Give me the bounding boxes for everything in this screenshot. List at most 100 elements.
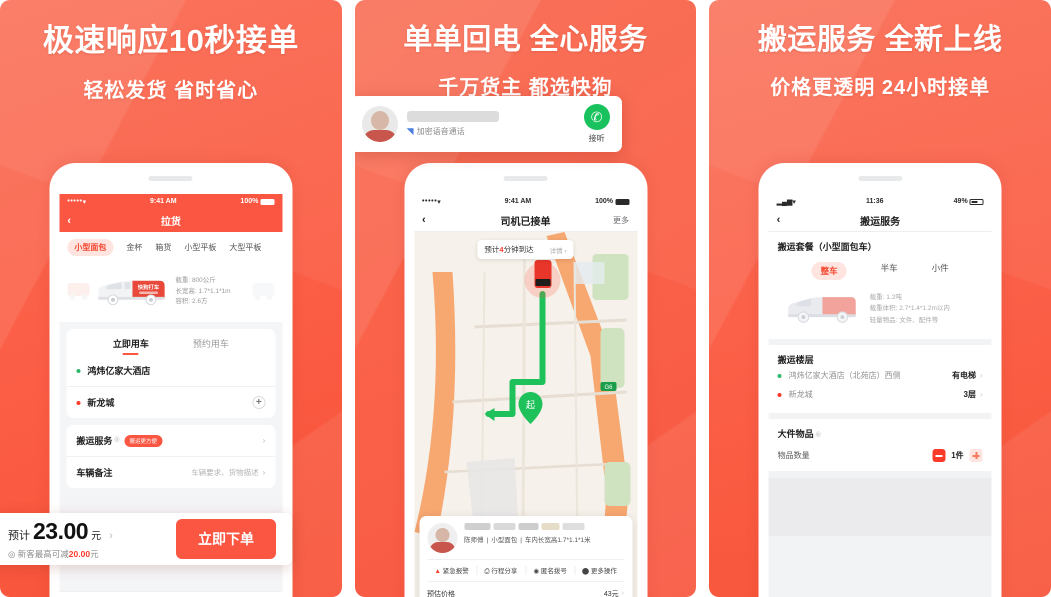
floor-row-start[interactable]: 鸿炜亿家大酒店（北苑店）西侧 有电梯 › [777, 366, 983, 385]
status-time: 11:36 [866, 198, 884, 205]
action-share-trip[interactable]: ⎙ 行程分享 [476, 565, 525, 576]
tab-immediate[interactable]: 立即用车 [113, 337, 149, 350]
driver-meta-1: 小型面包 [491, 537, 518, 544]
signal-dots-icon: ••••• [422, 198, 438, 205]
floating-price-label: 预计 [8, 530, 30, 542]
fee-row-estimate[interactable]: 预估价格 43元 › [427, 587, 624, 597]
promo-panel-2: 单单回电 全心服务 千万货主 都选快狗 ••••• ▾ 9:41 AM 100%… [354, 0, 697, 597]
nav-bar-3: ‹ 搬运服务 [768, 209, 992, 232]
more-button[interactable]: 更多 [613, 215, 629, 226]
vehicle-specs: 载重: 800公斤 长宽高: 1.7*1.1*1m 容积: 2.6方 [175, 276, 230, 308]
van-illustration-icon [788, 297, 856, 323]
status-bar-1: ••••• ▾ 9:41 AM 100% [59, 194, 283, 209]
nav-bar-1: ‹ 拉货 [59, 209, 283, 232]
answer-call-control[interactable]: ✆ 接听 [583, 104, 610, 144]
package-spec-0: 载重: 1.2吨 [869, 294, 902, 302]
package-tab-full[interactable]: 整车 [811, 262, 847, 280]
address-row-start[interactable]: 鸿炜亿家大酒店 [66, 355, 275, 386]
package-tabs[interactable]: 整车 半车 小件 [778, 262, 983, 280]
caller-name-masked [406, 111, 499, 122]
status-time: 9:41 AM [504, 198, 532, 205]
page-title: 拉货 [160, 217, 181, 228]
address-row-end[interactable]: 新龙城 + [66, 386, 276, 418]
eta-text: 预计4分钟到达 [484, 245, 534, 254]
floating-price-summary[interactable]: 预计 23.00 元 › ◎ 新客最高可减20.00元 [8, 518, 113, 560]
vehicle-tab-0[interactable]: 小型面包 [67, 239, 114, 256]
option-row-remark[interactable]: 车辆备注 车辆要求、货物描述 › [66, 456, 276, 488]
quantity-stepper[interactable]: 1件 [932, 449, 983, 462]
floor-row-end[interactable]: 新龙城 3层 › [777, 385, 983, 404]
back-icon[interactable]: ‹ [67, 215, 81, 227]
use-time-tabs[interactable]: 立即用车 预约用车 [66, 329, 275, 355]
decrement-button[interactable] [932, 449, 946, 462]
chevron-right-icon: › [980, 390, 983, 399]
status-time: 9:41 AM [149, 198, 177, 205]
driver-card: 陈师傅 | 小型面包 | 车内长宽高1.7*1.1*1米 ▲ 紧急报警 ⎙ 行程分享 ◉… [419, 516, 632, 597]
driver-meta-2: 车内长宽高1.7*1.1*1米 [524, 537, 591, 544]
vehicle-spec-0: 载重: 800公斤 [175, 276, 216, 284]
floating-price-value: 23.00 [33, 518, 89, 544]
fee-breakdown: 预估价格 43元 › 优惠券抵扣 -20元 [427, 581, 624, 597]
panel-2-headline: 单单回电 全心服务 [403, 24, 648, 56]
back-icon[interactable]: ‹ [777, 214, 791, 226]
status-battery-pct: 100% [595, 198, 613, 205]
map-view[interactable]: 起 G6 预计4分钟到达 详情 › ♥ [414, 232, 637, 597]
floating-promo-prefix: 新客最高可减 [17, 549, 69, 559]
back-icon[interactable]: ‹ [422, 214, 436, 226]
package-tab-small[interactable]: 小件 [932, 262, 949, 280]
vehicle-tab-1[interactable]: 金杯 [126, 242, 142, 253]
vehicle-type-tabs[interactable]: 小型面包 金杯 箱货 小型平板 大型平板 [59, 232, 283, 262]
eta-bubble[interactable]: 预计4分钟到达 详情 › [477, 240, 574, 259]
option-row-moving[interactable]: 搬运服务 ® 搬运更方便 › [66, 425, 275, 456]
floating-price-bar: 预计 23.00 元 › ◎ 新客最高可减20.00元 立即下单 [0, 513, 292, 565]
encrypted-call-label: 加密语音通话 [416, 127, 465, 136]
floor-end-text: 新龙城 [788, 390, 813, 399]
option-hint-remark: 车辆要求、货物描述 [191, 468, 259, 477]
start-dot-icon [777, 373, 782, 378]
quantity-row: 物品数量 1件 [778, 449, 983, 462]
battery-icon [260, 198, 275, 205]
status-battery-pct: 49% [953, 198, 968, 205]
chevron-right-icon: › [262, 436, 266, 445]
more-dots-icon: ⬤ [581, 568, 590, 575]
promo-panel-1: 极速响应10秒接单 轻松发货 省时省心 ••••• ▾ 9:41 AM 100%… [0, 0, 342, 597]
phone-screen-3: ▂▄▆ ▾ 11:36 49% ‹ 搬运服务 搬运套餐（小型面包车） 整车 半车… [768, 194, 992, 597]
floating-place-order-button[interactable]: 立即下单 [176, 519, 276, 559]
vehicle-tab-4[interactable]: 大型平板 [229, 242, 261, 253]
phone-icon[interactable]: ✆ [583, 104, 610, 130]
promo-banner-stage: 极速响应10秒接单 轻松发货 省时省心 ••••• ▾ 9:41 AM 100%… [0, 0, 1051, 597]
action-more[interactable]: ⬤ 更多操作 [574, 565, 624, 576]
driver-name-masked [464, 523, 624, 530]
quantity-value: 1件 [951, 451, 964, 460]
add-stop-button[interactable]: + [252, 396, 266, 409]
action-emergency[interactable]: ▲ 紧急报警 [427, 565, 476, 576]
promo-panel-3: 搬运服务 全新上线 价格更透明 24小时接单 ▂▄▆ ▾ 11:36 49% ‹… [709, 0, 1051, 597]
share-icon: ⎙ [484, 568, 490, 575]
bulky-title: 大件物品 ® [778, 427, 983, 440]
eta-detail-link[interactable]: 详情 › [550, 245, 567, 255]
vehicle-carousel[interactable]: 快狗打车 载重: 800公斤 长宽高: 1.7*1.1*1m 容积: 2.6方 [59, 262, 283, 322]
floors-section: 搬运楼层 鸿炜亿家大酒店（北苑店）西侧 有电梯 › 新龙城 3层 › [768, 345, 992, 413]
floors-title: 搬运楼层 [777, 355, 814, 365]
floating-price-unit: 元 [91, 531, 102, 542]
page-title: 搬运服务 [860, 216, 901, 228]
increment-button[interactable] [969, 449, 983, 462]
vehicle-tab-3[interactable]: 小型平板 [184, 242, 216, 253]
status-bar-2: ••••• ▾ 9:41 AM 100% [414, 194, 637, 209]
package-tab-half[interactable]: 半车 [881, 262, 898, 280]
answer-label: 接听 [588, 134, 605, 143]
van-ghost-icon [252, 282, 275, 300]
moving-sup-icon: ® [114, 437, 120, 444]
panel-1-headline: 极速响应10秒接单 [42, 23, 299, 58]
vehicle-tab-2[interactable]: 箱货 [155, 242, 171, 253]
floor-end-value: 3层 [963, 390, 976, 399]
signal-bars-icon: ▂▄▆ [776, 198, 793, 206]
package-body: 载重: 1.2吨 载重体积: 2.7*1.4*1.2m以内 轻量物品: 文件、配… [778, 288, 983, 330]
chevron-right-icon: › [621, 590, 624, 597]
action-anonymous-call[interactable]: ◉ 匿名拨号 [525, 565, 575, 576]
driver-meta-0: 陈师傅 [464, 537, 484, 544]
chevron-right-icon: › [980, 371, 983, 380]
tab-reserve[interactable]: 预约用车 [193, 337, 229, 350]
start-dot-icon [76, 368, 81, 373]
chevron-right-icon[interactable]: › [109, 530, 113, 542]
